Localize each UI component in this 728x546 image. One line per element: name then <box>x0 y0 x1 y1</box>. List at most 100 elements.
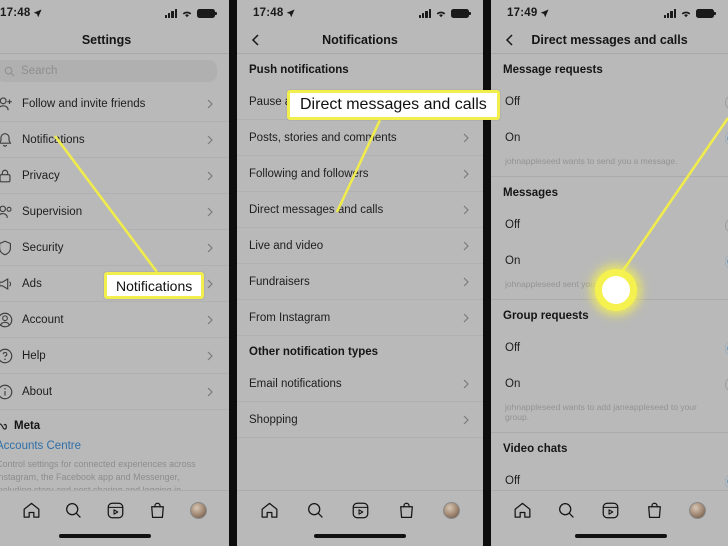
sidebar-item-ads[interactable]: Ads <box>0 266 229 302</box>
radio-label: Off <box>505 96 521 108</box>
search-input[interactable]: Search <box>0 60 217 82</box>
profile-avatar[interactable] <box>442 501 460 519</box>
status-time: 17:48 <box>253 7 284 19</box>
sidebar-item-help[interactable]: Help <box>0 338 229 374</box>
row-following-followers[interactable]: Following and followers <box>237 156 483 192</box>
row-label: Following and followers <box>249 167 369 180</box>
radio-label: Off <box>505 219 521 231</box>
shop-bag-icon[interactable] <box>397 501 416 520</box>
sidebar-item-privacy[interactable]: Privacy <box>0 158 229 194</box>
battery-icon <box>197 8 217 18</box>
accounts-centre-link[interactable]: Accounts Centre <box>0 440 217 452</box>
page-title: Settings <box>81 32 132 47</box>
radio-row-off[interactable]: Off <box>491 207 728 243</box>
status-time: 17:48 <box>0 7 31 19</box>
panel-divider <box>229 0 237 546</box>
lock-icon <box>0 169 11 182</box>
status-bar: 17:48 <box>0 0 229 26</box>
row-email-notifications[interactable]: Email notifications <box>237 366 483 402</box>
chevron-right-icon <box>463 205 469 214</box>
home-icon[interactable] <box>513 501 532 520</box>
group-title: Video chats <box>503 443 568 455</box>
sidebar-item-label: Account <box>22 313 64 326</box>
chevron-right-icon <box>207 99 213 108</box>
phone-panel-settings: 17:48 Settings Search Follow and invite … <box>0 0 229 546</box>
settings-list: Follow and invite friends Notifications … <box>0 86 229 410</box>
section-push-notifications: Push notifications <box>249 64 349 76</box>
profile-avatar[interactable] <box>688 501 706 519</box>
status-bar: 17:48 <box>237 0 483 26</box>
bell-icon <box>0 132 12 147</box>
cellular-bars-icon <box>164 8 177 18</box>
radio-label: On <box>505 132 521 144</box>
home-icon[interactable] <box>22 501 41 520</box>
bottom-tab-bar <box>0 490 229 546</box>
bottom-tab-bar <box>491 490 728 546</box>
sidebar-item-notifications[interactable]: Notifications <box>0 122 229 158</box>
reels-icon[interactable] <box>601 501 620 520</box>
sidebar-item-about[interactable]: About <box>0 374 229 410</box>
sidebar-item-account[interactable]: Account <box>0 302 229 338</box>
location-arrow-icon <box>541 8 549 17</box>
group-title: Messages <box>503 187 558 199</box>
row-label: Email notifications <box>249 377 342 390</box>
radio-label: On <box>505 255 521 267</box>
megaphone-icon <box>0 277 12 290</box>
sidebar-item-security[interactable]: Security <box>0 230 229 266</box>
status-time: 17:49 <box>507 7 538 19</box>
section-other-notification-types: Other notification types <box>249 346 379 358</box>
search-icon[interactable] <box>557 501 576 520</box>
sidebar-item-supervision[interactable]: Supervision <box>0 194 229 230</box>
sidebar-item-label: Ads <box>22 277 42 290</box>
bottom-tab-bar <box>237 490 483 546</box>
screenshot-stage: 17:48 Settings Search Follow and invite … <box>0 0 728 546</box>
radio-row-off[interactable]: Off <box>491 84 728 120</box>
wifi-icon <box>182 11 192 17</box>
chevron-left-icon[interactable] <box>250 33 262 46</box>
meta-infinity-icon <box>0 422 7 430</box>
search-icon[interactable] <box>306 501 325 520</box>
reels-icon[interactable] <box>351 501 370 520</box>
radio-row-on[interactable]: On <box>491 366 728 402</box>
radio-row-on[interactable]: On <box>491 243 728 279</box>
cellular-bars-icon <box>418 8 431 18</box>
sidebar-item-follow-invite[interactable]: Follow and invite friends <box>0 86 229 122</box>
group-group-requests: Group requests Off On johnappleseed want… <box>491 300 728 432</box>
chevron-left-icon[interactable] <box>504 33 516 46</box>
radio-row-off[interactable]: Off <box>491 330 728 366</box>
group-message-requests: Message requests Off On johnappleseed wa… <box>491 54 728 176</box>
row-shopping[interactable]: Shopping <box>237 402 483 438</box>
home-icon[interactable] <box>260 501 279 520</box>
row-live-and-video[interactable]: Live and video <box>237 228 483 264</box>
group-helper-text: johnappleseed wants to send you a messag… <box>505 156 678 166</box>
row-fundraisers[interactable]: Fundraisers <box>237 264 483 300</box>
row-label: From Instagram <box>249 311 331 324</box>
wifi-icon <box>681 11 691 17</box>
search-icon[interactable] <box>64 501 83 520</box>
radio-label: On <box>505 378 521 390</box>
group-title: Message requests <box>503 64 603 76</box>
reels-icon[interactable] <box>106 501 125 520</box>
location-arrow-icon <box>287 8 295 17</box>
row-pause-all[interactable]: Pause all <box>237 84 483 120</box>
pause-all-toggle[interactable] <box>441 93 471 110</box>
battery-icon <box>696 8 716 18</box>
status-right <box>663 8 716 18</box>
chevron-right-icon <box>463 379 469 388</box>
meta-label: Meta <box>14 420 41 432</box>
chevron-right-icon <box>207 243 213 252</box>
radio-row-on[interactable]: On <box>491 120 728 156</box>
wifi-icon <box>436 11 446 17</box>
group-title: Group requests <box>503 310 589 322</box>
radio-label: Off <box>505 342 521 354</box>
search-placeholder: Search <box>21 65 58 77</box>
phone-panel-direct-messages: 17:49 Direct messages and calls Message … <box>491 0 728 546</box>
panel-divider <box>483 0 491 546</box>
profile-avatar[interactable] <box>190 501 208 519</box>
shop-bag-icon[interactable] <box>148 501 167 520</box>
shop-bag-icon[interactable] <box>645 501 664 520</box>
row-from-instagram[interactable]: From Instagram <box>237 300 483 336</box>
row-posts-stories-comments[interactable]: Posts, stories and comments <box>237 120 483 156</box>
radio-label: Off <box>505 475 521 487</box>
row-direct-messages-and-calls[interactable]: Direct messages and calls <box>237 192 483 228</box>
